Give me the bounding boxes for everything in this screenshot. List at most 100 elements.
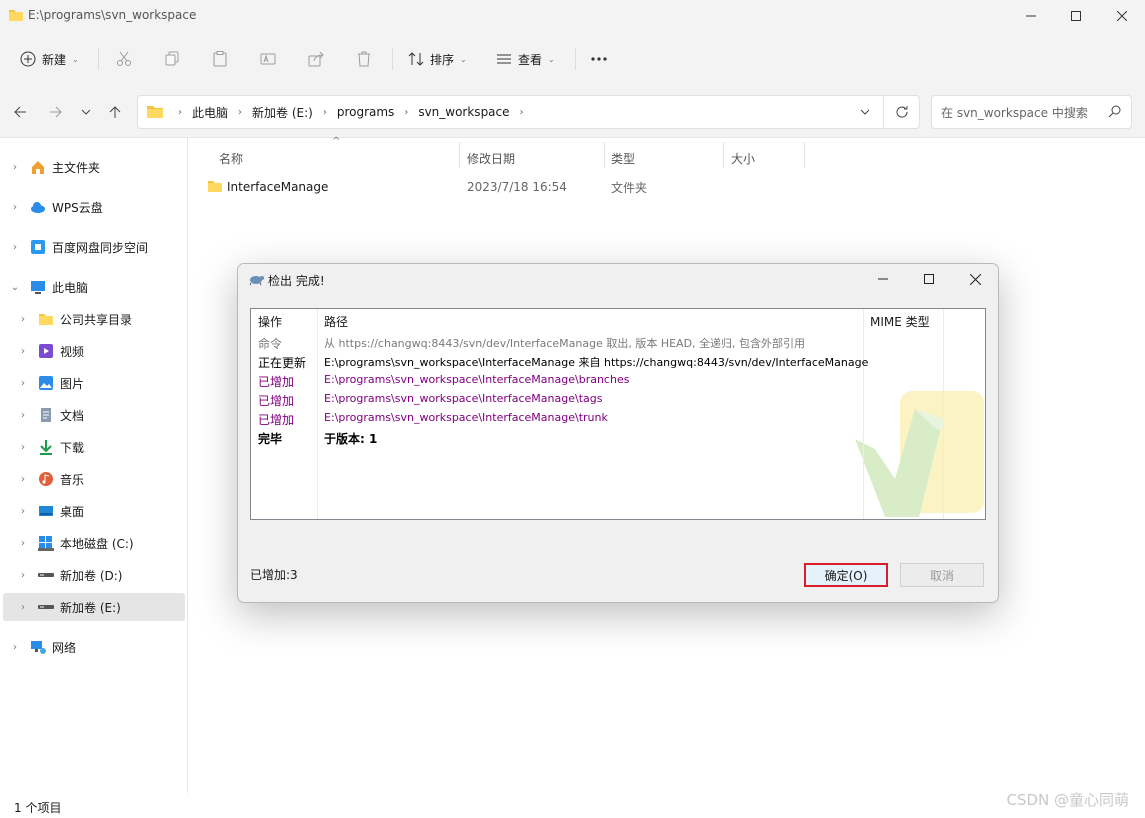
sidebar-item-drive-e[interactable]: › 新加卷 (E:) xyxy=(3,593,185,621)
watermark: CSDN @童心同萌 xyxy=(1006,791,1129,809)
back-button[interactable] xyxy=(10,102,30,122)
copy-button[interactable] xyxy=(164,44,180,74)
maximize-button[interactable] xyxy=(1053,0,1099,32)
breadcrumb-item[interactable]: 此电脑 xyxy=(192,104,228,121)
search-box[interactable]: 在 svn_workspace 中搜索 xyxy=(931,95,1132,129)
new-label: 新建 xyxy=(42,52,67,67)
chevron-right-icon[interactable]: › xyxy=(18,602,28,613)
sidebar-item-music[interactable]: › 音乐 xyxy=(0,465,186,493)
chevron-right-icon[interactable]: › xyxy=(10,162,20,173)
ok-button[interactable]: 确定(O) xyxy=(804,563,888,587)
column-header-type[interactable]: 类型 xyxy=(611,146,635,170)
file-name: InterfaceManage xyxy=(227,180,329,194)
log-column-mime[interactable]: MIME 类型 xyxy=(870,313,930,330)
sidebar-item-downloads[interactable]: › 下载 xyxy=(0,433,186,461)
clipboard-icon xyxy=(213,51,227,67)
new-button[interactable]: 新建 ⌄ xyxy=(20,44,79,74)
breadcrumb-item[interactable]: svn_workspace xyxy=(418,105,509,119)
column-header-size[interactable]: 大小 xyxy=(731,146,755,170)
breadcrumb-item[interactable]: 新加卷 (E:) xyxy=(252,104,313,121)
column-header-name[interactable]: 名称 xyxy=(219,146,243,170)
log-row[interactable]: 正在更新 E:\programs\svn_workspace\Interface… xyxy=(251,352,985,371)
column-header-date[interactable]: 修改日期 xyxy=(467,146,515,170)
chevron-right-icon[interactable]: › xyxy=(10,642,20,653)
sidebar-item-drive-d[interactable]: › 新加卷 (D:) xyxy=(0,561,186,589)
cut-button[interactable] xyxy=(116,44,132,74)
title-bar: E:\programs\svn_workspace xyxy=(0,0,1145,32)
sidebar-item-label: 图片 xyxy=(60,376,85,391)
column-divider[interactable] xyxy=(459,142,460,168)
sidebar-item-network[interactable]: › 网络 xyxy=(0,633,186,661)
more-icon xyxy=(591,57,607,61)
log-row[interactable]: 已增加 E:\programs\svn_workspace\InterfaceM… xyxy=(251,390,985,409)
view-button[interactable]: 查看 ⌄ xyxy=(496,44,555,74)
chevron-right-icon[interactable]: › xyxy=(10,202,20,213)
windows-drive-icon xyxy=(38,535,54,551)
forward-button[interactable] xyxy=(46,102,66,122)
log-column-action[interactable]: 操作 xyxy=(258,313,282,330)
chevron-right-icon[interactable]: › xyxy=(18,506,28,517)
column-divider[interactable] xyxy=(804,142,805,168)
delete-button[interactable] xyxy=(356,44,372,74)
chevron-right-icon[interactable]: › xyxy=(18,442,28,453)
log-row[interactable]: 完毕 于版本: 1 xyxy=(251,428,985,447)
chevron-right-icon[interactable]: › xyxy=(18,314,28,325)
cancel-button[interactable]: 取消 xyxy=(900,563,984,587)
address-bar[interactable]: › 此电脑 › 新加卷 (E:) › programs › svn_worksp… xyxy=(137,95,920,129)
sidebar-item-desktop[interactable]: › 桌面 xyxy=(0,497,186,525)
dialog-minimize-button[interactable] xyxy=(860,264,906,294)
trash-icon xyxy=(358,51,370,67)
sidebar-item-documents[interactable]: › 文档 xyxy=(0,401,186,429)
sidebar-item-this-pc[interactable]: ⌄ 此电脑 xyxy=(0,273,186,301)
recent-locations-button[interactable] xyxy=(76,102,96,122)
minimize-button[interactable] xyxy=(1008,0,1054,32)
sort-button[interactable]: 排序 ⌄ xyxy=(408,44,467,74)
baidu-netdisk-icon xyxy=(30,239,46,255)
chevron-right-icon[interactable]: › xyxy=(10,242,20,253)
scissors-icon xyxy=(117,51,131,66)
computer-icon xyxy=(30,279,46,295)
chevron-right-icon[interactable]: › xyxy=(18,378,28,389)
up-button[interactable] xyxy=(105,102,125,122)
chevron-right-icon[interactable]: › xyxy=(18,474,28,485)
paste-button[interactable] xyxy=(212,44,228,74)
address-row: › 此电脑 › 新加卷 (E:) › programs › svn_worksp… xyxy=(0,86,1145,138)
sidebar-item-pictures[interactable]: › 图片 xyxy=(0,369,186,397)
rename-button[interactable] xyxy=(260,44,276,74)
log-column-path[interactable]: 路径 xyxy=(324,313,348,330)
chevron-down-icon[interactable]: ⌄ xyxy=(10,282,20,293)
sidebar-item-baidu-sync[interactable]: › 百度网盘同步空间 xyxy=(0,233,186,261)
breadcrumb-item[interactable]: programs xyxy=(337,105,394,119)
chevron-right-icon[interactable]: › xyxy=(18,410,28,421)
folder-icon xyxy=(147,106,163,118)
log-path: E:\programs\svn_workspace\InterfaceManag… xyxy=(324,373,630,386)
chevron-right-icon[interactable]: › xyxy=(18,346,28,357)
address-dropdown-button[interactable] xyxy=(847,96,883,128)
dialog-maximize-button[interactable] xyxy=(906,264,952,294)
chevron-right-icon[interactable]: › xyxy=(18,538,28,549)
toolbar-divider xyxy=(98,48,99,70)
drive-icon xyxy=(38,567,54,583)
share-button[interactable] xyxy=(308,44,324,74)
log-action: 完毕 xyxy=(258,432,283,446)
sidebar-item-wps-cloud[interactable]: › WPS云盘 xyxy=(0,193,186,221)
dialog-close-button[interactable] xyxy=(952,264,998,294)
sidebar-item-home[interactable]: › 主文件夹 xyxy=(0,153,186,181)
sidebar-item-shared[interactable]: › 公司共享目录 xyxy=(0,305,186,333)
chevron-right-icon[interactable]: › xyxy=(18,570,28,581)
checkout-log-list[interactable]: 操作 路径 MIME 类型 命令 从 https://changwq:8443/… xyxy=(250,308,986,520)
log-row[interactable]: 已增加 E:\programs\svn_workspace\InterfaceM… xyxy=(251,409,985,428)
sidebar-item-videos[interactable]: › 视频 xyxy=(0,337,186,365)
document-icon xyxy=(38,407,54,423)
log-row[interactable]: 命令 从 https://changwq:8443/svn/dev/Interf… xyxy=(251,333,985,352)
sidebar-item-drive-c[interactable]: › 本地磁盘 (C:) xyxy=(0,529,186,557)
column-divider[interactable] xyxy=(723,142,724,168)
close-button[interactable] xyxy=(1099,0,1145,32)
more-options-button[interactable] xyxy=(590,44,608,74)
sidebar-item-label: 主文件夹 xyxy=(52,160,101,175)
log-row[interactable]: 已增加 E:\programs\svn_workspace\InterfaceM… xyxy=(251,371,985,390)
column-divider[interactable] xyxy=(604,142,605,168)
toolbar-divider xyxy=(392,48,393,70)
file-row[interactable]: InterfaceManage xyxy=(207,176,328,198)
refresh-button[interactable] xyxy=(883,96,919,128)
